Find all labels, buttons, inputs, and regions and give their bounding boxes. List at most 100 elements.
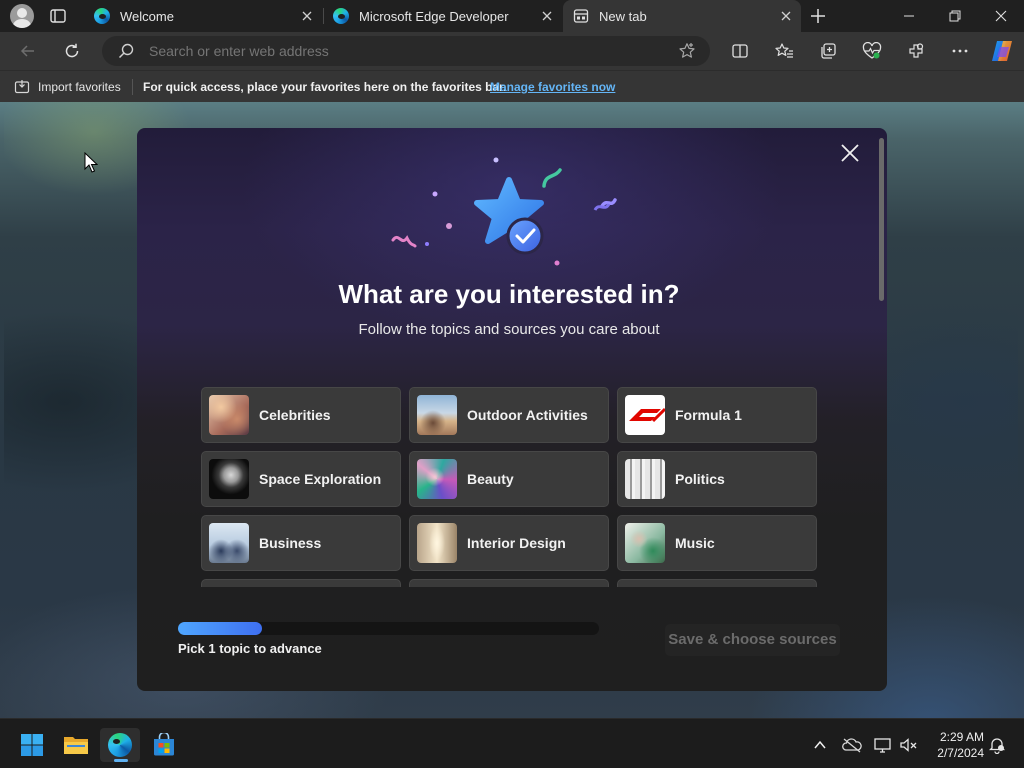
tab-strip: Welcome Microsoft Edge Developer New tab xyxy=(0,0,1024,32)
topics-grid: Celebrities Outdoor Activities Formula 1… xyxy=(201,387,825,587)
file-explorer-icon xyxy=(64,737,88,754)
file-explorer-button[interactable] xyxy=(56,728,96,762)
outdoor-activities-thumbnail xyxy=(417,395,457,435)
extensions-button[interactable] xyxy=(904,39,928,63)
interests-dialog: What are you interested in? Follow the t… xyxy=(137,128,887,691)
collections-icon xyxy=(821,43,836,59)
network-button[interactable] xyxy=(873,735,893,755)
topic-card[interactable] xyxy=(409,579,609,587)
topic-politics[interactable]: Politics xyxy=(617,451,817,507)
start-button[interactable] xyxy=(12,728,52,762)
favorites-separator xyxy=(132,79,133,95)
close-dialog-button[interactable] xyxy=(839,142,861,166)
minimize-button[interactable] xyxy=(886,0,932,32)
topic-label: Outdoor Activities xyxy=(467,407,588,423)
music-thumbnail xyxy=(625,523,665,563)
store-icon xyxy=(154,733,174,756)
dialog-subtitle: Follow the topics and sources you care a… xyxy=(358,321,660,338)
close-window-button[interactable] xyxy=(978,0,1024,32)
profile-avatar[interactable] xyxy=(10,4,34,28)
topic-outdoor-activities[interactable]: Outdoor Activities xyxy=(409,387,609,443)
topic-celebrities[interactable]: Celebrities xyxy=(201,387,401,443)
notification-bell-icon xyxy=(988,738,1006,754)
heart-pulse-icon xyxy=(862,42,882,59)
refresh-button[interactable] xyxy=(60,39,84,63)
clock-date: 2/7/2024 xyxy=(937,746,984,760)
chevron-up-icon xyxy=(814,740,826,749)
favorites-bar-message: For quick access, place your favorites h… xyxy=(143,80,507,94)
browser-essentials-button[interactable] xyxy=(860,39,884,63)
topic-interior-design[interactable]: Interior Design xyxy=(409,515,609,571)
tab-title: Microsoft Edge Developer xyxy=(359,8,509,24)
minimize-icon xyxy=(904,15,914,17)
favorites-icon xyxy=(775,43,793,58)
formula-1-logo-icon xyxy=(625,395,665,435)
import-favorites-button[interactable]: Import favorites xyxy=(38,80,121,94)
topic-progress-fill xyxy=(178,622,263,635)
topic-space-exploration[interactable]: Space Exploration xyxy=(201,451,401,507)
tab-new-tab[interactable]: New tab xyxy=(563,0,801,32)
split-screen-button[interactable] xyxy=(728,39,752,63)
onedrive-offline-icon xyxy=(842,738,862,753)
volume-button[interactable] xyxy=(899,735,919,755)
topic-card[interactable] xyxy=(201,579,401,587)
tab-title: Welcome xyxy=(120,8,174,24)
import-favorites-icon[interactable] xyxy=(14,79,30,98)
close-tab-icon[interactable] xyxy=(300,9,314,23)
topic-label: Celebrities xyxy=(259,407,331,423)
new-tab-button[interactable] xyxy=(808,6,828,26)
restore-button[interactable] xyxy=(932,0,978,32)
close-icon xyxy=(995,10,1007,22)
manage-favorites-link[interactable]: Manage favorites now xyxy=(490,80,615,94)
topic-formula-1[interactable]: Formula 1 xyxy=(617,387,817,443)
address-input[interactable] xyxy=(149,36,669,66)
topic-label: Interior Design xyxy=(467,535,566,551)
topic-business[interactable]: Business xyxy=(201,515,401,571)
topic-progress-bar xyxy=(178,622,599,635)
dialog-scrollbar[interactable] xyxy=(879,138,884,301)
system-clock[interactable]: 2:29 AM 2/7/2024 xyxy=(928,729,984,761)
politics-thumbnail xyxy=(625,459,665,499)
network-disconnected-icon xyxy=(874,738,891,753)
edge-icon xyxy=(94,8,110,24)
onedrive-button[interactable] xyxy=(842,735,862,755)
refresh-icon xyxy=(65,43,79,58)
tab-welcome[interactable]: Welcome xyxy=(84,0,322,32)
restore-icon xyxy=(949,10,961,22)
address-bar[interactable] xyxy=(102,36,710,66)
edge-icon xyxy=(108,733,132,757)
tab-actions-icon[interactable] xyxy=(48,6,68,26)
edge-icon xyxy=(333,8,349,24)
notifications-button[interactable] xyxy=(987,735,1007,755)
topic-music[interactable]: Music xyxy=(617,515,817,571)
back-button[interactable] xyxy=(16,39,40,63)
topic-card[interactable] xyxy=(617,579,817,587)
more-dots-icon xyxy=(952,49,968,53)
close-tab-icon[interactable] xyxy=(779,9,793,23)
clock-time: 2:29 AM xyxy=(939,730,984,744)
windows-taskbar: 2:29 AM 2/7/2024 xyxy=(0,718,1024,768)
topic-beauty[interactable]: Beauty xyxy=(409,451,609,507)
microsoft-store-button[interactable] xyxy=(144,728,184,762)
copilot-button[interactable] xyxy=(989,39,1015,63)
split-screen-icon xyxy=(732,44,748,58)
collections-button[interactable] xyxy=(816,39,840,63)
dialog-title: What are you interested in? xyxy=(338,279,680,309)
tab-edge-developer[interactable]: Microsoft Edge Developer xyxy=(324,0,562,32)
active-app-indicator xyxy=(114,759,128,762)
favorites-bar: Import favorites For quick access, place… xyxy=(0,70,1024,102)
extensions-icon xyxy=(909,43,924,58)
show-hidden-icons-button[interactable] xyxy=(810,735,830,755)
add-favorite-star-icon[interactable] xyxy=(678,42,696,65)
windows-start-icon xyxy=(21,734,43,756)
close-tab-icon[interactable] xyxy=(540,9,554,23)
copilot-icon xyxy=(992,41,1012,61)
close-icon xyxy=(841,144,859,162)
settings-more-button[interactable] xyxy=(948,39,972,63)
topic-label: Music xyxy=(675,535,715,551)
save-choose-sources-button[interactable]: Save & choose sources xyxy=(665,624,840,656)
celebrities-thumbnail xyxy=(209,395,249,435)
topic-label: Politics xyxy=(675,471,725,487)
favorites-button[interactable] xyxy=(772,39,796,63)
edge-taskbar-button[interactable] xyxy=(100,728,140,762)
